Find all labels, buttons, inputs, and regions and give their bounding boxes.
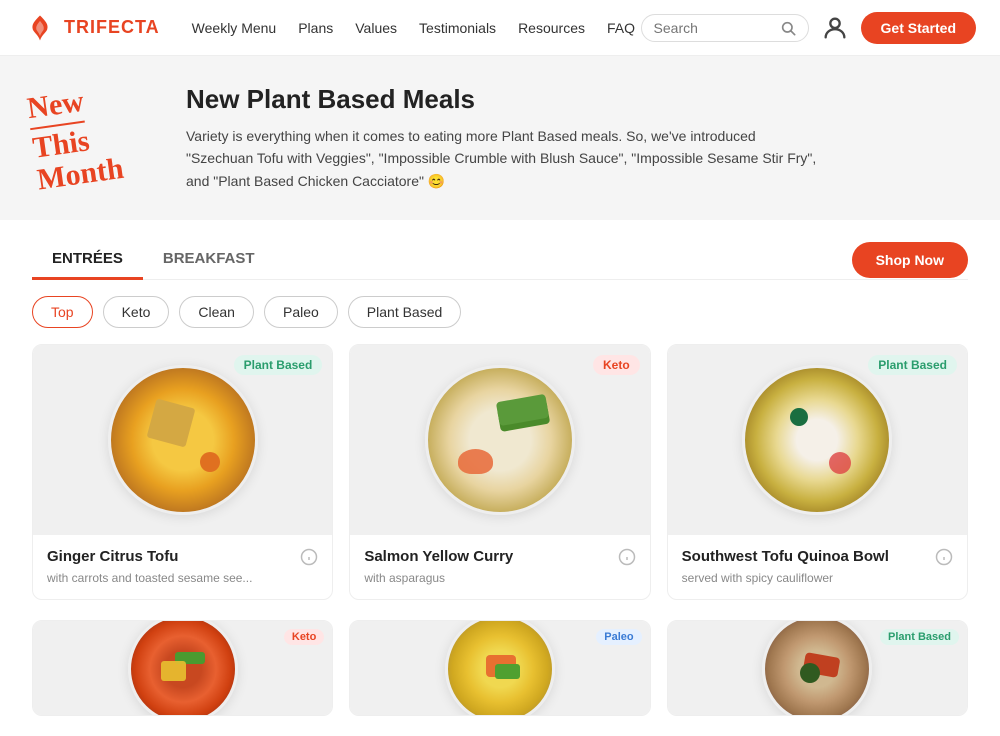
meal-image-3: Plant Based [668,345,967,535]
info-icon-3[interactable] [935,548,953,566]
meal-badge-2: Keto [593,355,640,375]
partial-badge-2: Paleo [596,629,641,645]
tabs-row: ENTRÉES BREAKFAST Shop Now [32,220,968,280]
new-this-month-badge: New This Month [32,87,162,190]
plate-3 [742,365,892,515]
search-box[interactable] [641,14,809,42]
shop-now-button[interactable]: Shop Now [852,242,968,278]
meal-image-1: Plant Based [33,345,332,535]
nav-faq[interactable]: FAQ [607,20,635,36]
partial-plate-3 [762,621,872,716]
info-icon-2[interactable] [618,548,636,566]
meal-info-2: Salmon Yellow Curry with asparagus [350,535,649,599]
meal-name-2: Salmon Yellow Curry [364,547,513,567]
meal-grid: Plant Based Ginger Citrus Tofu with carr… [32,344,968,620]
meal-desc-2: with asparagus [364,571,635,585]
partial-image-3: Plant Based [668,621,967,716]
filter-chips: Top Keto Clean Paleo Plant Based [32,280,968,344]
partial-image-2: Paleo [350,621,649,716]
brand-name: TRIFECTA [64,17,160,38]
nav-weekly-menu[interactable]: Weekly Menu [192,20,277,36]
meal-image-2: Keto [350,345,649,535]
partial-meal-grid: Keto Paleo Plant Based [32,620,968,736]
filter-clean[interactable]: Clean [179,296,254,328]
navbar: TRIFECTA Weekly Menu Plans Values Testim… [0,0,1000,56]
nav-links: Weekly Menu Plans Values Testimonials Re… [192,20,641,36]
meal-info-1: Ginger Citrus Tofu with carrots and toas… [33,535,332,599]
meal-name-3: Southwest Tofu Quinoa Bowl [682,547,889,567]
logo[interactable]: TRIFECTA [24,12,160,44]
nav-values[interactable]: Values [355,20,397,36]
filter-paleo[interactable]: Paleo [264,296,338,328]
banner-content: New Plant Based Meals Variety is everyth… [186,84,826,192]
partial-image-1: Keto [33,621,332,716]
meal-card-southwest-tofu-quinoa: Plant Based Southwest Tofu Quinoa Bowl s… [667,344,968,600]
banner-title: New Plant Based Meals [186,84,826,115]
info-icon-1[interactable] [300,548,318,566]
partial-plate-2 [445,621,555,716]
meal-desc-3: served with spicy cauliflower [682,571,953,585]
partial-card-1: Keto [32,620,333,716]
nav-right: Get Started [641,12,976,44]
meal-desc-1: with carrots and toasted sesame see... [47,571,318,585]
meal-badge-3: Plant Based [868,355,957,375]
trifecta-logo-icon [24,12,56,44]
tab-entrees[interactable]: ENTRÉES [32,240,143,280]
tab-breakfast[interactable]: BREAKFAST [143,240,275,280]
plate-1 [108,365,258,515]
banner-description: Variety is everything when it comes to e… [186,125,826,192]
get-started-button[interactable]: Get Started [861,12,976,44]
partial-badge-3: Plant Based [880,629,959,645]
meal-card-salmon-yellow-curry: Keto Salmon Yellow Curry with asparagus [349,344,650,600]
partial-badge-1: Keto [284,629,324,645]
plate-2 [425,365,575,515]
partial-card-2: Paleo [349,620,650,716]
filter-keto[interactable]: Keto [103,296,170,328]
search-input[interactable] [654,20,774,36]
nav-plans[interactable]: Plans [298,20,333,36]
main-content: ENTRÉES BREAKFAST Shop Now Top Keto Clea… [0,220,1000,736]
meal-badge-1: Plant Based [234,355,323,375]
nav-resources[interactable]: Resources [518,20,585,36]
meal-name-1: Ginger Citrus Tofu [47,547,178,567]
badge-line1: New [25,81,115,124]
search-icon [780,20,796,36]
meal-card-ginger-citrus-tofu: Plant Based Ginger Citrus Tofu with carr… [32,344,333,600]
tab-list: ENTRÉES BREAKFAST [32,240,275,279]
partial-card-3: Plant Based [667,620,968,716]
filter-top[interactable]: Top [32,296,93,328]
filter-plant-based[interactable]: Plant Based [348,296,462,328]
meal-info-3: Southwest Tofu Quinoa Bowl served with s… [668,535,967,599]
promotional-banner: New This Month New Plant Based Meals Var… [0,56,1000,220]
user-icon[interactable] [821,14,849,42]
nav-testimonials[interactable]: Testimonials [419,20,496,36]
partial-plate-1 [128,621,238,716]
